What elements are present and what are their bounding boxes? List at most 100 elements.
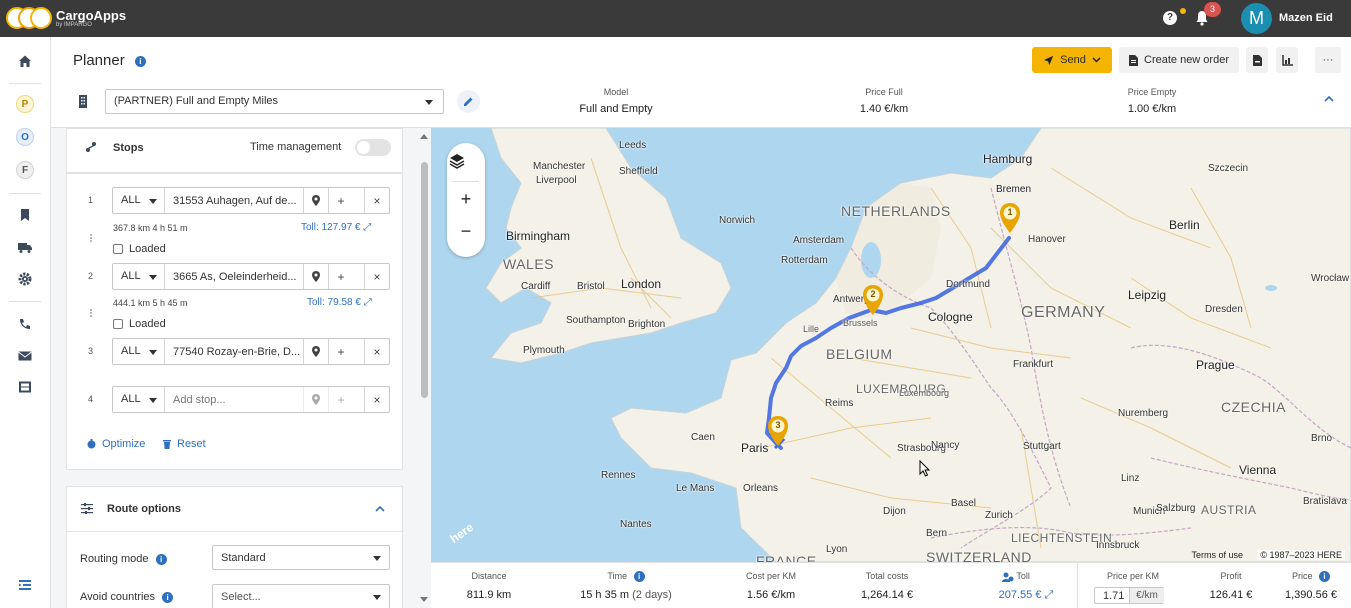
stop-filter-select[interactable]: ALL [113, 339, 165, 364]
routing-mode-value: Standard [221, 552, 266, 564]
avatar[interactable]: M [1241, 3, 1272, 34]
cost-per-km-label: Cost per KM [745, 571, 796, 581]
info-icon[interactable]: i [162, 591, 174, 603]
pricing-model-value: (PARTNER) Full and Empty Miles [114, 95, 279, 107]
panel-scrollbar[interactable] [417, 128, 431, 608]
drag-handle[interactable] [90, 234, 92, 242]
zoom-in-button[interactable]: + [456, 189, 476, 209]
chart-button[interactable] [1276, 47, 1298, 73]
stop-number: 3 [88, 346, 94, 356]
map-pin-button[interactable] [303, 387, 328, 412]
avoid-countries-select[interactable]: Select... [212, 584, 390, 608]
map-label: Hanover [1028, 234, 1066, 245]
app-logo[interactable]: CargoApps by IMPARGO [6, 5, 126, 31]
remove-stop-button[interactable]: × [364, 339, 389, 364]
nav-orders-o[interactable]: O [16, 128, 34, 146]
pricing-model-select[interactable]: (PARTNER) Full and Empty Miles [105, 89, 444, 114]
stop-filter-select[interactable]: ALL [113, 387, 165, 412]
stop-address-input[interactable]: 3665 As, Oeleinderheid... [173, 271, 303, 283]
film-icon[interactable] [17, 379, 33, 395]
terms-of-use-link[interactable]: Terms of use [1191, 550, 1243, 560]
avoid-countries-text: Avoid countries [80, 591, 156, 603]
add-stop-button[interactable]: + [328, 339, 353, 364]
stop-filter-select[interactable]: ALL [113, 264, 165, 289]
scroll-up-arrow[interactable] [420, 134, 428, 139]
map-label: Amsterdam [793, 235, 845, 246]
collapse-icon[interactable] [17, 577, 33, 593]
zoom-out-button[interactable]: − [456, 221, 476, 241]
drag-handle[interactable] [90, 309, 92, 317]
edit-model-button[interactable] [457, 90, 480, 113]
add-stop-button[interactable]: + [328, 387, 353, 412]
map-pin-button[interactable] [303, 188, 328, 213]
time-management-toggle[interactable] [355, 139, 391, 156]
optimize-button[interactable]: Optimize [87, 438, 145, 450]
user-name[interactable]: Mazen Eid [1279, 12, 1333, 24]
stop-filter-value: ALL [121, 270, 141, 282]
home-icon[interactable] [17, 53, 33, 69]
nav-planner-p[interactable]: P [16, 95, 34, 113]
loaded-checkbox[interactable]: Loaded [113, 318, 166, 330]
create-order-label: Create new order [1144, 54, 1229, 66]
info-icon[interactable]: i [633, 571, 645, 583]
app-name: CargoApps [56, 7, 127, 23]
close-icon: × [373, 269, 381, 284]
stop-address-input[interactable]: 77540 Rozay-en-Brie, D... [173, 346, 303, 358]
nav-fleet-f[interactable]: F [16, 161, 34, 179]
price-value: 1,390.56 € [1285, 589, 1337, 601]
remove-stop-button[interactable]: × [364, 387, 389, 412]
phone-icon[interactable] [17, 317, 33, 333]
create-new-order-button[interactable]: Create new order [1119, 47, 1239, 73]
route-map[interactable]: WALES NETHERLANDS BELGIUM LUXEMBOURG GER… [431, 128, 1351, 562]
expand-icon: ⤢ [363, 222, 372, 233]
price-per-km-label: Price per KM [1106, 571, 1159, 581]
more-options-button[interactable]: ··· [1315, 47, 1341, 73]
map-pin-button[interactable] [303, 339, 328, 364]
map-label: Norwich [719, 215, 756, 226]
help-icon[interactable]: ? [1163, 11, 1177, 25]
add-stop-button[interactable]: + [328, 188, 353, 213]
map-pin-icon [312, 271, 320, 282]
add-stop-input[interactable]: Add stop... [173, 394, 303, 406]
loaded-checkbox[interactable]: Loaded [113, 243, 166, 255]
leg-toll-link[interactable]: Toll: 79.58 € ⤢ [307, 297, 372, 308]
routing-mode-select[interactable]: Standard [212, 545, 390, 570]
leg-info: 444.1 km 5 h 45 m [113, 298, 188, 308]
add-stop-button[interactable]: + [328, 264, 353, 289]
info-icon[interactable]: i [1319, 571, 1331, 583]
plus-icon: + [337, 193, 345, 208]
map-label: Innsbruck [1096, 540, 1140, 551]
stop-number: 2 [88, 271, 94, 281]
reset-button[interactable]: Reset [163, 438, 206, 450]
truck-icon[interactable] [17, 239, 33, 255]
map-label: Lyon [826, 544, 848, 555]
map-label: Salzburg [1156, 503, 1196, 514]
scroll-thumb[interactable] [421, 162, 428, 398]
toll-value[interactable]: 207.55 € ⤢ [981, 589, 1071, 602]
bookmark-icon[interactable] [17, 207, 33, 223]
map-label: Southampton [566, 315, 626, 326]
remove-stop-button[interactable]: × [364, 264, 389, 289]
stops-title: Stops [113, 142, 144, 154]
caret-down-icon [149, 398, 157, 403]
info-icon[interactable]: i [155, 553, 167, 565]
layers-icon[interactable] [447, 151, 467, 171]
map-pin-button[interactable] [303, 264, 328, 289]
price-per-km-input[interactable]: 1.71 €/km [1094, 587, 1164, 604]
stop-address-input[interactable]: 31553 Auhagen, Auf de... [173, 195, 303, 207]
pdf-button[interactable] [1246, 47, 1268, 73]
left-nav: P O F [0, 37, 51, 608]
leg-toll-link[interactable]: Toll: 127.97 € ⤢ [301, 222, 371, 233]
route-options-header[interactable]: Route options [67, 487, 404, 532]
loaded-label: Loaded [129, 243, 166, 255]
remove-stop-button[interactable]: × [364, 188, 389, 213]
scroll-down-arrow[interactable] [420, 597, 428, 602]
map-label: Brno [1311, 433, 1333, 444]
gear-icon[interactable] [17, 271, 33, 287]
planner-header: Planner i Send Create new order ··· (PAR… [51, 37, 1351, 128]
send-button[interactable]: Send [1032, 47, 1112, 73]
stop-filter-select[interactable]: ALL [113, 188, 165, 213]
mail-icon[interactable] [17, 348, 33, 364]
info-icon[interactable]: i [134, 55, 146, 67]
chevron-up-icon[interactable] [1324, 95, 1334, 102]
